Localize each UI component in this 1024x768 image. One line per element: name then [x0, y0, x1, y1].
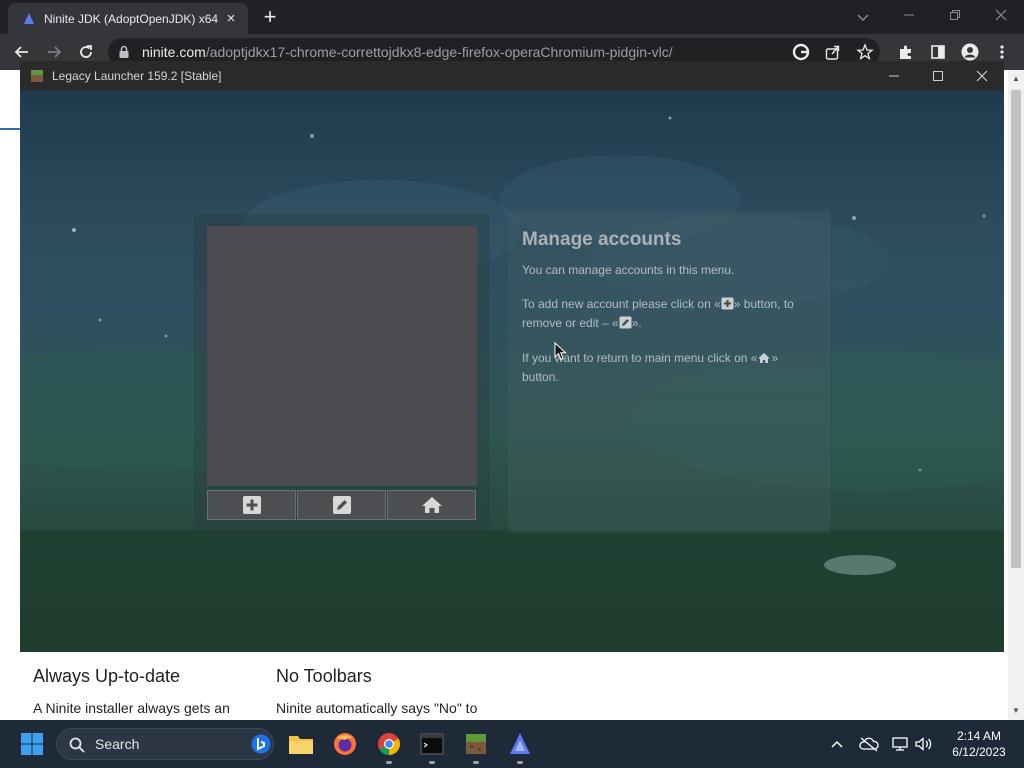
ninite-running-indicator: [517, 761, 523, 764]
chrome-button[interactable]: [375, 730, 403, 758]
show-hidden-icons-button[interactable]: [823, 730, 851, 758]
tab-close-icon[interactable]: ×: [222, 10, 240, 27]
back-arrow-icon: [14, 46, 28, 58]
ninite-taskbar-button[interactable]: [506, 730, 534, 758]
chevron-up-icon: [831, 740, 843, 748]
feature-title: Always Up-to-date: [33, 666, 181, 686]
launcher-close-button[interactable]: [960, 61, 1004, 90]
clock-time: 2:14 AM: [956, 729, 1002, 743]
clock-date: 6/12/2023: [952, 745, 1006, 759]
restore-icon: [950, 10, 960, 20]
legacy-launcher-window: Legacy Launcher 159.2 [Stable] Manage ac…: [20, 61, 1004, 652]
search-icon: [69, 737, 85, 753]
firefox-icon: [334, 733, 356, 755]
tab-title: Ninite JDK (AdoptOpenJDK) x64: [44, 11, 219, 26]
share-icon[interactable]: [824, 43, 842, 61]
tab-search-chevron-icon[interactable]: [852, 6, 874, 28]
feature-text: Ninite automatically says "No" to: [276, 700, 478, 716]
cloud-offline-icon: [859, 737, 879, 752]
windows-logo-icon: [21, 733, 43, 755]
search-label: Search: [95, 736, 140, 752]
close-icon: [995, 9, 1007, 21]
google-lens-icon[interactable]: [792, 43, 810, 61]
mouse-cursor-icon: [554, 342, 567, 361]
network-icon: [892, 737, 908, 751]
taskbar-search-box[interactable]: Search: [56, 728, 274, 760]
info-line-add-edit: To add new account please click on «» bu…: [522, 297, 794, 330]
legacy-launcher-taskbar-button[interactable]: [462, 730, 490, 758]
edit-account-button[interactable]: [297, 490, 386, 520]
launcher-maximize-button[interactable]: [916, 61, 960, 90]
terminal-button[interactable]: [418, 730, 446, 758]
firefox-button[interactable]: [331, 730, 359, 758]
start-button[interactable]: [18, 730, 46, 758]
system-clock[interactable]: 2:14 AM 6/12/2023: [944, 728, 1014, 760]
feature-no-toolbars: No Toolbars Ninite automatically says "N…: [276, 666, 477, 716]
terminal-icon: [420, 733, 444, 755]
page-accent-line: [0, 128, 20, 130]
speaker-icon: [915, 737, 932, 751]
pencil-icon: [619, 316, 632, 329]
grass-block-icon: [31, 69, 43, 82]
launcher-running-indicator: [473, 761, 479, 764]
kebab-menu-icon: [1000, 45, 1004, 59]
scrollbar-thumb[interactable]: [1011, 90, 1021, 568]
launcher-title: Legacy Launcher 159.2 [Stable]: [52, 68, 222, 83]
launcher-background: Manage accounts You can manage accounts …: [20, 90, 1004, 652]
add-account-button[interactable]: [207, 490, 296, 520]
minimize-icon: [889, 75, 899, 76]
onedrive-button[interactable]: [855, 730, 883, 758]
page-scrollbar[interactable]: ▲ ▼: [1008, 70, 1024, 720]
chrome-running-indicator: [386, 761, 392, 764]
profile-avatar-icon: [961, 43, 979, 61]
scroll-down-arrow-icon[interactable]: ▼: [1011, 706, 1021, 716]
scroll-up-arrow-icon[interactable]: ▲: [1011, 74, 1021, 84]
close-window-button[interactable]: [978, 0, 1024, 30]
chrome-icon: [378, 733, 400, 755]
side-panel-icon: [931, 45, 945, 59]
launcher-minimize-button[interactable]: [872, 61, 916, 90]
home-icon: [758, 353, 771, 363]
restore-button[interactable]: [932, 0, 978, 30]
pencil-icon: [332, 496, 351, 514]
puzzle-icon: [900, 45, 911, 59]
home-icon: [421, 497, 442, 513]
bookmark-star-icon[interactable]: [856, 43, 874, 61]
minimize-button[interactable]: [886, 0, 932, 30]
reload-icon: [80, 45, 92, 58]
feature-title: No Toolbars: [276, 666, 372, 686]
account-list[interactable]: [207, 226, 477, 486]
minimize-icon: [904, 14, 914, 16]
home-button[interactable]: [387, 490, 476, 520]
file-explorer-button[interactable]: [287, 730, 315, 758]
ninite-favicon-icon: [24, 12, 34, 24]
ninite-icon: [510, 733, 530, 754]
close-icon: [976, 70, 988, 81]
plus-icon: [242, 496, 261, 514]
plus-icon: [721, 297, 734, 310]
terminal-running-indicator: [429, 761, 435, 764]
feature-always-up-to-date: Always Up-to-date A Ninite installer alw…: [33, 666, 230, 716]
browser-tab-strip: Ninite JDK (AdoptOpenJDK) x64 × +: [0, 0, 1024, 34]
feature-text: A Ninite installer always gets an: [33, 700, 230, 716]
lock-icon[interactable]: [118, 45, 130, 59]
manage-accounts-heading: Manage accounts: [522, 229, 682, 250]
folder-icon: [289, 736, 313, 754]
volume-button[interactable]: [910, 730, 938, 758]
info-line-intro: You can manage accounts in this menu.: [522, 263, 735, 277]
bing-icon[interactable]: [251, 734, 271, 754]
url-text: ninite.com/adoptjdkx17-chrome-correttojd…: [142, 44, 673, 60]
new-tab-button[interactable]: +: [258, 4, 282, 30]
grass-block-icon: [466, 734, 486, 754]
browser-tab-active[interactable]: Ninite JDK (AdoptOpenJDK) x64 ×: [8, 3, 248, 34]
maximize-icon: [933, 70, 943, 81]
forward-arrow-icon: [48, 46, 62, 58]
windows-taskbar: Search 2:14 AM 6/12/2023: [0, 720, 1024, 768]
launcher-title-bar[interactable]: Legacy Launcher 159.2 [Stable]: [20, 61, 1004, 90]
